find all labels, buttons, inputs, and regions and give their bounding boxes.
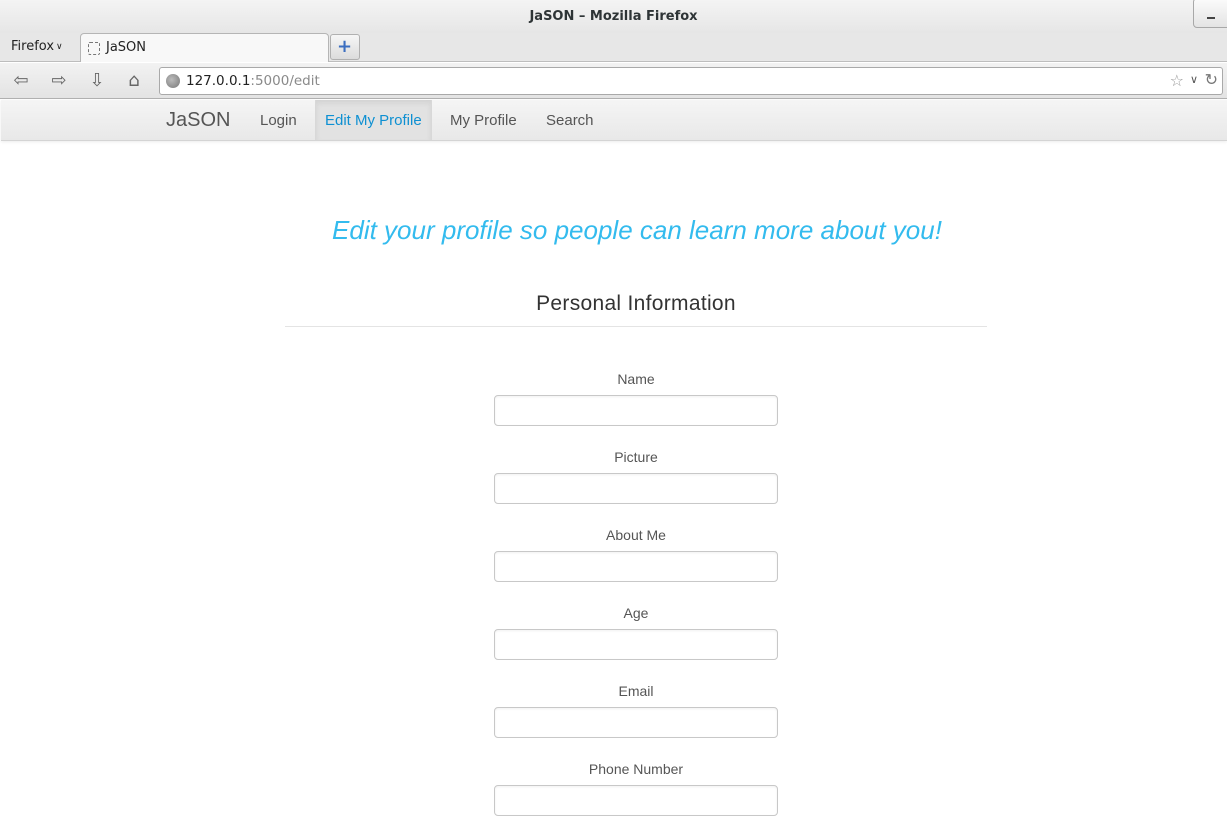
tab-strip: Firefox ∨ JaSON +: [0, 33, 1227, 62]
name-label: Name: [617, 371, 655, 387]
minimize-icon: [1207, 17, 1215, 19]
chevron-down-icon: ∨: [56, 42, 63, 52]
navigation-toolbar: ⇦ ⇨ ⇩ ⌂ 127.0.0.1:5000/edit ☆ ∨ ↻: [0, 63, 1227, 99]
nav-login[interactable]: Login: [251, 100, 306, 140]
email-input[interactable]: [494, 707, 778, 738]
new-tab-button[interactable]: +: [330, 34, 360, 60]
firefox-menu-label: Firefox: [11, 39, 55, 54]
globe-icon: [166, 74, 180, 88]
picture-label: Picture: [614, 449, 658, 465]
phone-number-label: Phone Number: [588, 761, 684, 777]
url-dropdown-icon[interactable]: ∨: [1190, 73, 1198, 86]
forward-button[interactable]: ⇨: [46, 68, 72, 94]
url-bar[interactable]: 127.0.0.1:5000/edit ☆ ∨ ↻: [159, 67, 1223, 95]
reload-icon[interactable]: ↻: [1205, 70, 1218, 89]
url-host: 127.0.0.1: [186, 73, 251, 89]
back-arrow-icon: ⇦: [13, 70, 29, 91]
site-navbar: JaSON Login Edit My Profile My Profile S…: [1, 100, 1227, 141]
name-input[interactable]: [494, 395, 778, 426]
firefox-menu-button[interactable]: Firefox ∨: [11, 39, 63, 54]
about-me-label: About Me: [606, 527, 666, 543]
url-path: :5000/edit: [250, 73, 320, 89]
nav-my-profile[interactable]: My Profile: [441, 100, 526, 140]
tab-title: JaSON: [106, 40, 147, 55]
browser-tab[interactable]: JaSON: [80, 33, 329, 62]
age-input[interactable]: [494, 629, 778, 660]
about-me-input[interactable]: [494, 551, 778, 582]
home-button[interactable]: ⌂: [121, 68, 147, 94]
picture-input[interactable]: [494, 473, 778, 504]
minimize-button[interactable]: [1193, 0, 1227, 28]
site-brand[interactable]: JaSON: [166, 109, 230, 132]
email-label: Email: [618, 683, 654, 699]
nav-search[interactable]: Search: [537, 100, 603, 140]
download-arrow-icon: ⇩: [89, 70, 105, 91]
forward-arrow-icon: ⇨: [51, 70, 67, 91]
section-title: Personal Information: [536, 292, 736, 315]
bookmark-star-icon[interactable]: ☆: [1170, 71, 1184, 90]
nav-edit-my-profile[interactable]: Edit My Profile: [315, 100, 432, 140]
home-icon: ⌂: [128, 70, 140, 91]
plus-icon: +: [337, 36, 353, 57]
section-divider: [285, 326, 987, 327]
window-title: JaSON – Mozilla Firefox: [529, 9, 698, 24]
page-favicon-icon: [88, 42, 100, 55]
phone-number-input[interactable]: [494, 785, 778, 816]
age-label: Age: [623, 605, 649, 621]
page-tagline: Edit your profile so people can learn mo…: [332, 215, 942, 245]
downloads-button[interactable]: ⇩: [84, 68, 110, 94]
window-titlebar: JaSON – Mozilla Firefox: [0, 0, 1227, 33]
back-button[interactable]: ⇦: [8, 68, 34, 94]
url-text: 127.0.0.1:5000/edit: [186, 73, 320, 89]
